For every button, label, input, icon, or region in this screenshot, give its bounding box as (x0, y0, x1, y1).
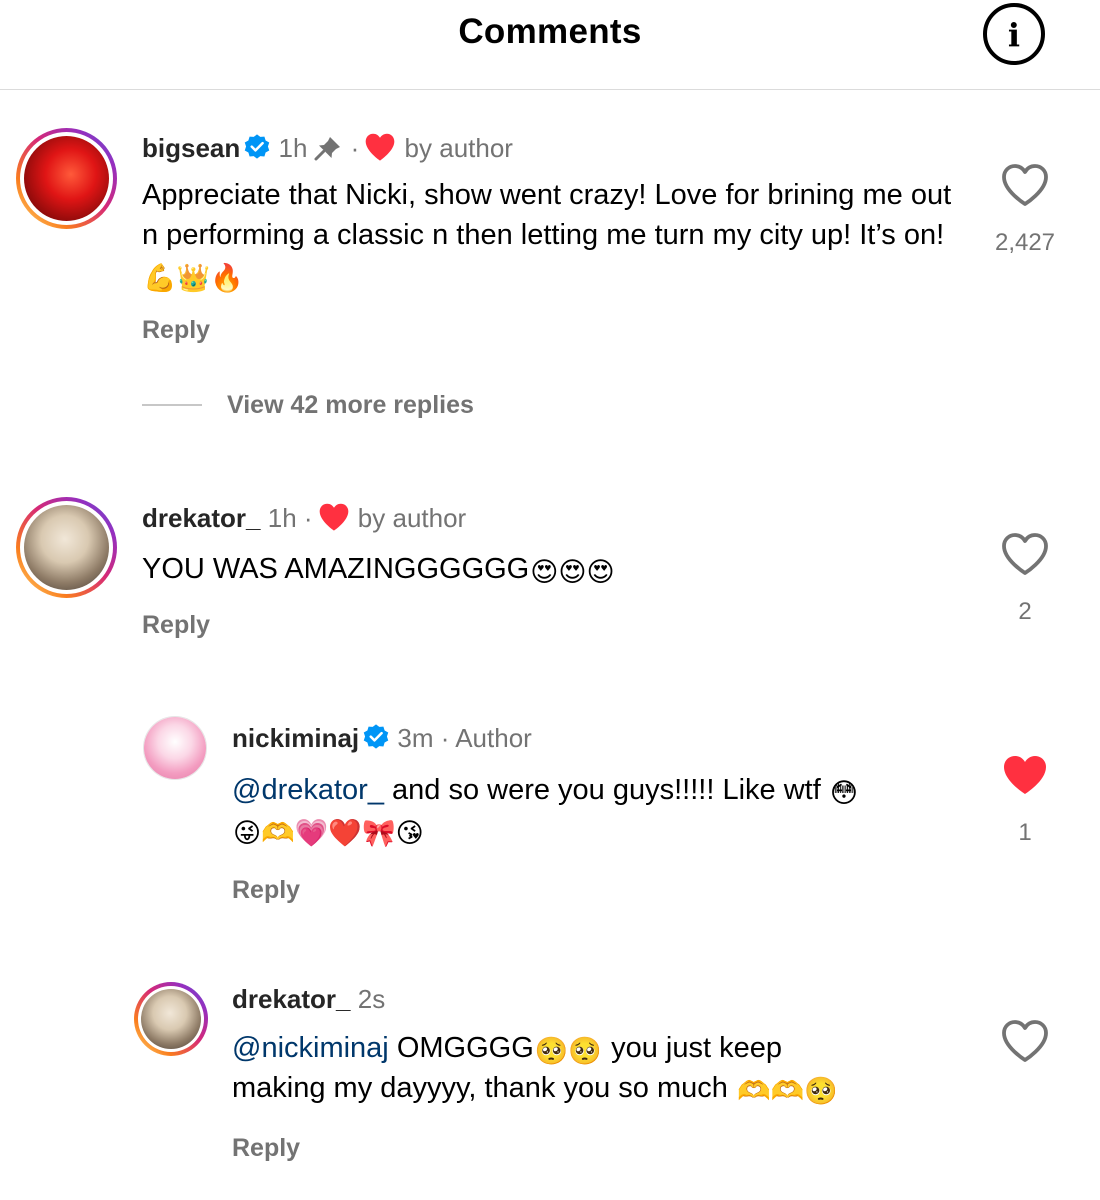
reply-button[interactable]: Reply (142, 316, 210, 345)
avatar-image (141, 989, 201, 1049)
author-label: Author (455, 723, 532, 753)
verified-badge-icon (245, 134, 270, 159)
reply-body-a: OMGGGG (388, 1032, 534, 1064)
reply-body-b: you just keep (603, 1032, 782, 1064)
reply-time: 2s (357, 984, 386, 1014)
avatar[interactable] (134, 982, 208, 1056)
avatar-image (24, 505, 109, 590)
comment-emojis: 💪👑🔥 (143, 263, 244, 294)
like-count: 1 (1018, 819, 1032, 846)
view-more-replies-button[interactable]: View 42 more replies (227, 391, 474, 420)
by-author-label: by author (404, 133, 513, 163)
liked-heart-icon[interactable] (999, 752, 1051, 798)
comments-header: Comments i (0, 0, 1100, 90)
reply-body-line2: making my dayyyy, thank you so much (232, 1072, 728, 1104)
avatar[interactable] (143, 716, 207, 780)
reply-button[interactable]: Reply (232, 876, 300, 905)
reply-text: @nickiminaj OMGGGG🥺🥺 you just keep makin… (232, 1028, 972, 1108)
info-icon[interactable]: i (983, 3, 1045, 65)
like-heart-icon[interactable] (999, 531, 1051, 577)
reply-time: 3m (397, 723, 434, 753)
verified-badge-icon (363, 724, 389, 749)
username[interactable]: drekator_ (232, 984, 351, 1014)
comment-text: YOU WAS AMAZINGGGGGG😍😍😍 (142, 549, 972, 589)
username[interactable]: bigsean (142, 133, 240, 163)
reply-emojis-line2: 😜🫶💗❤️🎀😘 (233, 818, 424, 849)
mention-link[interactable]: @nickiminaj (232, 1032, 389, 1064)
comment-meta: drekator_ 1h · by author (142, 502, 466, 534)
comment-time: 1h (267, 503, 297, 533)
comment-emojis: 😍😍😍 (530, 557, 615, 588)
page-title: Comments (458, 12, 642, 51)
avatar-image (144, 717, 206, 779)
comment-body: YOU WAS AMAZINGGGGGG (142, 553, 530, 585)
username[interactable]: nickiminaj (232, 723, 359, 753)
liked-by-author-heart-icon (319, 503, 348, 531)
comment-time: 1h (278, 133, 308, 163)
liked-by-author-heart-icon (365, 133, 395, 161)
like-heart-icon[interactable] (999, 1018, 1051, 1064)
reply-emojis-line2: 🫶🫶🥺 (736, 1076, 838, 1107)
username[interactable]: drekator_ (142, 503, 261, 533)
avatar[interactable] (16, 128, 117, 229)
separator-dot: · (440, 723, 450, 753)
reply-button[interactable]: Reply (232, 1134, 300, 1163)
separator-dot: · (303, 503, 313, 533)
avatar[interactable] (16, 497, 117, 598)
reply-body: and so were you guys!!!!! Like wtf (383, 774, 821, 806)
reply-meta: nickiminaj 3m · Author (232, 722, 532, 754)
like-count: 2 (1018, 598, 1032, 625)
by-author-label: by author (357, 503, 467, 533)
reply-meta: drekator_ 2s (232, 983, 385, 1015)
reply-emojis-a: 🥺🥺 (534, 1036, 603, 1067)
like-count: 2,427 (994, 229, 1056, 256)
like-heart-icon[interactable] (999, 162, 1051, 208)
reply-button[interactable]: Reply (142, 611, 210, 640)
reply-emoji-end: 😳 (829, 778, 858, 809)
mention-link[interactable]: @drekator_ (232, 774, 384, 806)
replies-divider (142, 404, 202, 406)
comment-body: Appreciate that Nicki, show went crazy! … (142, 179, 952, 251)
separator-dot: · (350, 133, 360, 163)
avatar-image (24, 136, 109, 221)
comment-meta: bigsean 1h · by author (142, 132, 513, 164)
reply-text: @drekator_ and so were you guys!!!!! Lik… (232, 770, 972, 850)
comment-text: Appreciate that Nicki, show went crazy! … (142, 175, 972, 295)
info-glyph: i (1007, 16, 1021, 54)
pin-icon (314, 137, 341, 161)
